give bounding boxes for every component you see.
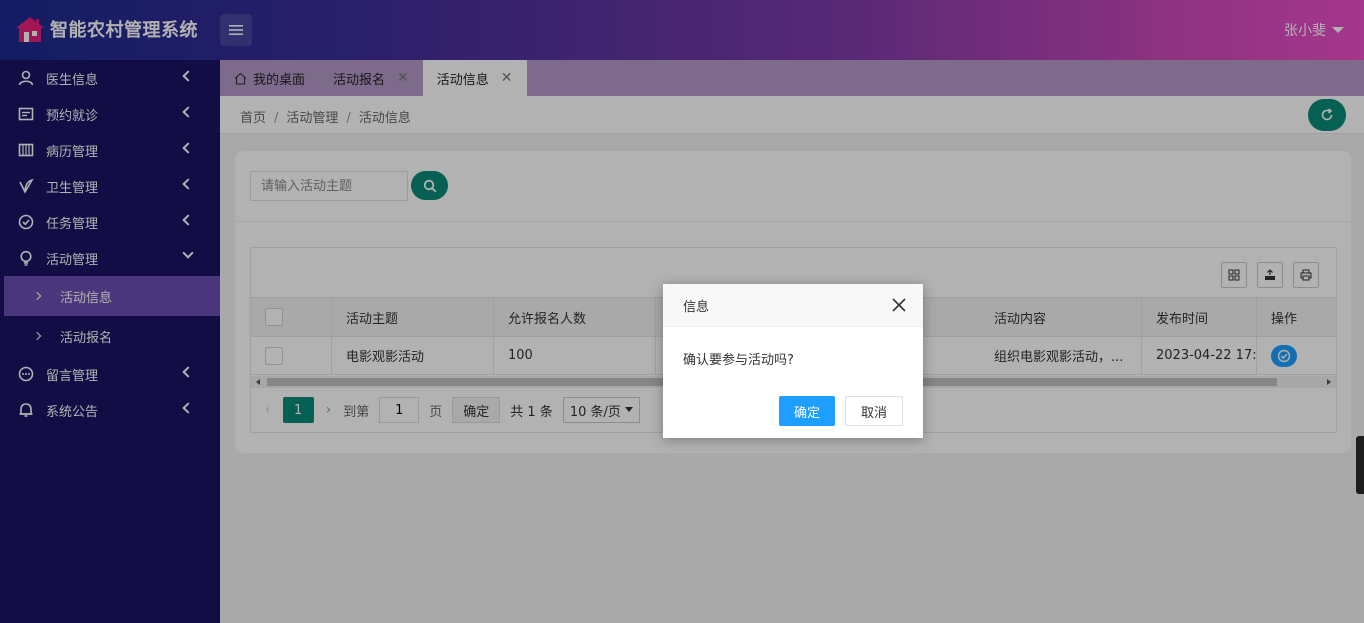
confirm-dialog: 信息 确认要参与活动吗? 确定 取消: [663, 284, 923, 438]
cancel-button[interactable]: 取消: [844, 396, 903, 426]
dialog-header: 信息: [663, 284, 923, 327]
confirm-button[interactable]: 确定: [778, 396, 835, 426]
dialog-buttons: 确定 取消: [778, 396, 903, 426]
dialog-message: 确认要参与活动吗?: [683, 353, 794, 368]
dialog-title: 信息: [683, 299, 710, 315]
close-icon[interactable]: [891, 297, 907, 313]
